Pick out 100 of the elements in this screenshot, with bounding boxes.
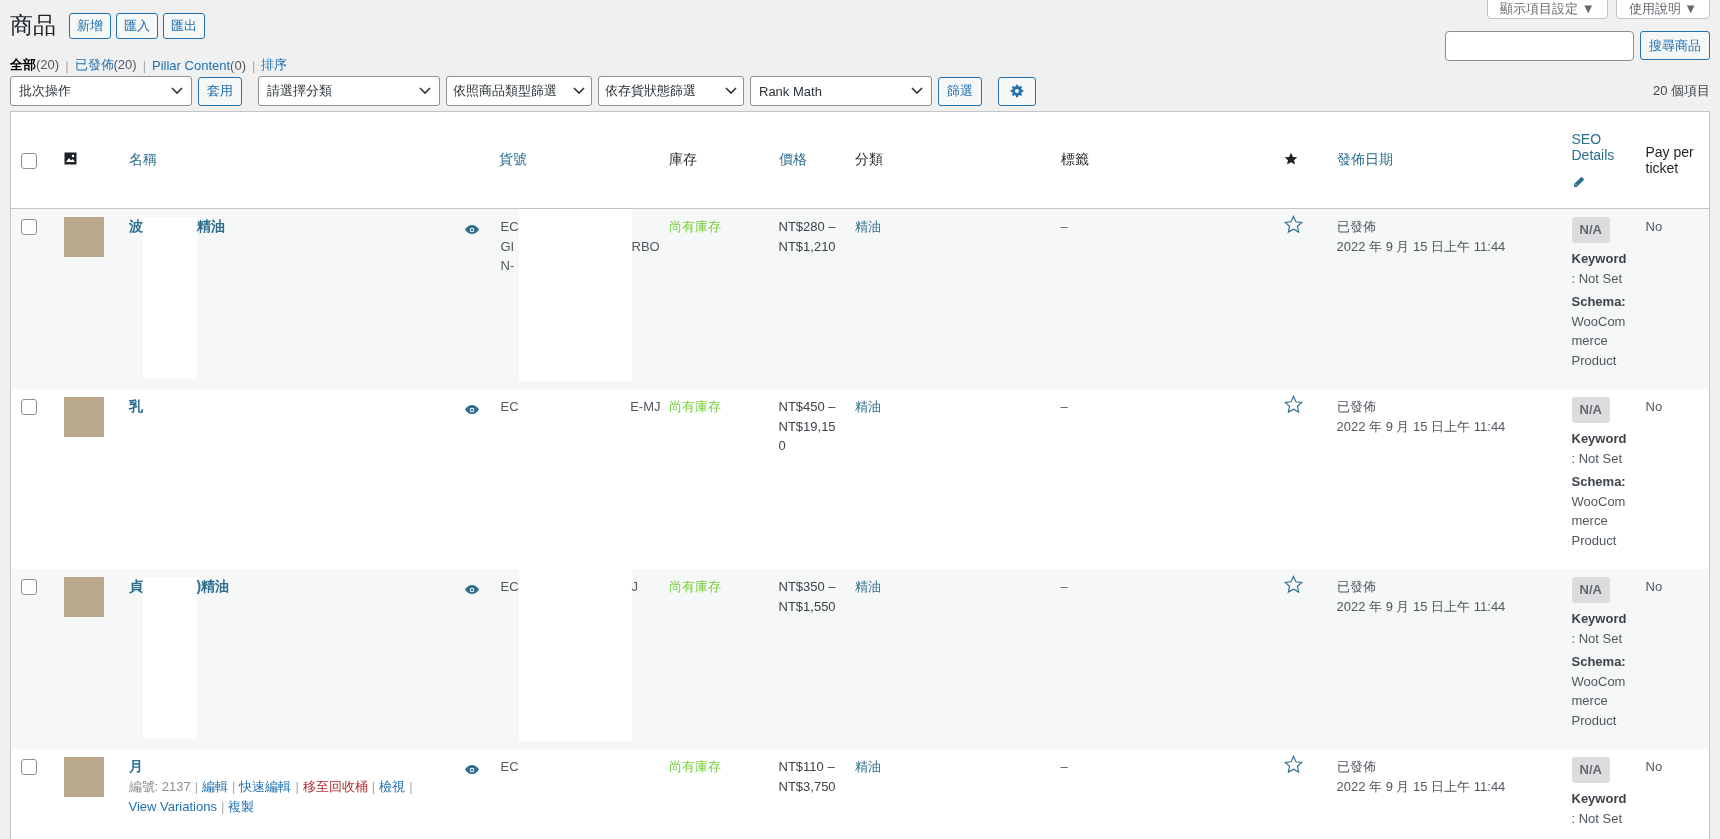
chevron-down-icon xyxy=(171,87,183,95)
product-type-select[interactable]: 依照商品類型篩選 xyxy=(446,76,592,106)
category-link[interactable]: 精油 xyxy=(854,579,881,594)
price-text: NT$450 – NT$19,150 xyxy=(778,398,837,455)
view-filter-link[interactable]: 排序 xyxy=(261,56,288,74)
screen-meta-button[interactable]: 使用說明 ▼ xyxy=(1615,0,1710,19)
chevron-down-icon xyxy=(573,87,585,95)
sku-text: GI xyxy=(500,238,515,254)
row-action-link[interactable]: 檢視 xyxy=(379,777,406,797)
product-name-link[interactable]: 貞 xyxy=(128,577,143,597)
photo-placeholder xyxy=(63,397,104,437)
chevron-down-icon xyxy=(419,87,431,95)
category-select[interactable]: 請選擇分類 xyxy=(258,76,440,106)
image-icon xyxy=(63,152,77,165)
star-icon[interactable] xyxy=(1283,755,1303,774)
eye-icon[interactable] xyxy=(464,225,479,234)
eye-icon[interactable] xyxy=(464,585,479,594)
column-header[interactable]: SEO Details xyxy=(1571,131,1630,163)
price-text: NT$110 – NT$3,750 xyxy=(778,758,837,796)
schema-text: Schema: WooCommerce Product xyxy=(1571,473,1627,550)
schema-text: Schema: WooCommerce Product xyxy=(1571,653,1627,730)
title-action-button[interactable]: 匯入 xyxy=(116,12,158,39)
pay-per-ticket-value: No xyxy=(1645,219,1663,234)
seo-score-badge: N/A xyxy=(1571,757,1610,783)
screen-meta-button[interactable]: 顯示項目設定 ▼ xyxy=(1487,0,1608,19)
item-count: 20 個項目 xyxy=(1652,82,1710,100)
row-action-link[interactable]: 快速編輯 xyxy=(239,777,292,797)
rank-math-select[interactable]: Rank Math xyxy=(750,76,932,106)
separator: | xyxy=(65,57,69,73)
product-name-link[interactable]: )精油 xyxy=(196,577,230,597)
price-text: NT$280 – NT$1,210 xyxy=(778,218,837,256)
separator: | xyxy=(409,778,413,796)
sku-text: EC xyxy=(500,399,519,414)
publish-status: 已發佈 xyxy=(1336,578,1377,596)
star-icon[interactable] xyxy=(1283,395,1303,414)
chevron-down-icon xyxy=(725,87,737,95)
row-action-link[interactable]: 複製 xyxy=(228,796,255,816)
schema-text: Schema: WooCommerce Product xyxy=(1571,293,1627,370)
title-action-button[interactable]: 匯出 xyxy=(163,12,205,39)
search-field[interactable] xyxy=(1445,31,1634,61)
sku-text: EC xyxy=(500,219,519,234)
view-filter-link[interactable]: 已發佈(20) xyxy=(74,56,137,74)
product-name-link[interactable]: 乳 xyxy=(128,397,143,417)
row-action-link[interactable]: View Variations xyxy=(128,796,217,816)
star-icon[interactable] xyxy=(1283,575,1303,594)
stock-status-select[interactable]: 依存貨狀態篩選 xyxy=(598,76,744,106)
column-header: 庫存 xyxy=(668,151,697,167)
publish-date: 2022 年 9 月 15 日上午 11:44 xyxy=(1336,237,1507,256)
row-checkbox[interactable] xyxy=(21,579,37,595)
search-button[interactable]: 搜尋商品 xyxy=(1640,31,1710,60)
bulk-action-select[interactable]: 批次操作 xyxy=(10,76,192,106)
settings-icon xyxy=(1010,84,1024,98)
separator: | xyxy=(232,778,236,796)
product-name-link[interactable]: 波 xyxy=(128,217,143,237)
star-icon[interactable] xyxy=(1283,215,1303,234)
publish-date: 2022 年 9 月 15 日上午 11:44 xyxy=(1336,777,1507,796)
column-header[interactable]: 發佈日期 xyxy=(1336,151,1393,167)
focus-keyword-text: Keyword: Not Set xyxy=(1571,790,1628,828)
apply-button[interactable]: 套用 xyxy=(198,76,242,106)
product-name-link[interactable]: 月 xyxy=(128,757,143,777)
stock-status: 尚有庫存 xyxy=(668,759,721,774)
eye-icon[interactable] xyxy=(464,405,479,414)
column-header[interactable]: 貨號 xyxy=(498,151,527,167)
title-action-button[interactable]: 新增 xyxy=(69,12,111,39)
stock-status: 尚有庫存 xyxy=(668,579,721,594)
eye-icon[interactable] xyxy=(464,765,479,774)
product-name-link[interactable]: 精油 xyxy=(196,217,225,237)
separator: | xyxy=(194,778,199,796)
photo-placeholder xyxy=(63,757,104,797)
row-checkbox[interactable] xyxy=(21,399,37,415)
separator: | xyxy=(371,778,376,796)
row-action-link[interactable]: 編輯 xyxy=(202,777,229,797)
category-link[interactable]: 精油 xyxy=(854,399,881,414)
view-filter-link[interactable]: 全部(20) xyxy=(10,56,60,74)
row-checkbox[interactable] xyxy=(21,759,37,775)
sku-text: RBO xyxy=(631,238,660,254)
sku-text: J xyxy=(631,579,639,594)
column-header[interactable]: 名稱 xyxy=(128,151,157,167)
price-text: NT$350 – NT$1,550 xyxy=(778,578,837,616)
row-action-link[interactable]: 移至回收桶 xyxy=(302,777,368,797)
column-header: 分類 xyxy=(854,151,883,167)
filter-button[interactable]: 篩選 xyxy=(938,76,982,106)
row-checkbox[interactable] xyxy=(21,219,37,235)
category-link[interactable]: 精油 xyxy=(854,219,881,234)
publish-status: 已發佈 xyxy=(1336,218,1377,236)
tags-text: – xyxy=(1060,399,1068,414)
publish-status: 已發佈 xyxy=(1336,398,1377,416)
page-title: 商品 xyxy=(10,11,56,40)
publish-date: 2022 年 9 月 15 日上午 11:44 xyxy=(1336,417,1507,436)
view-filter-link[interactable]: Pillar Content(0) xyxy=(152,57,246,73)
column-header[interactable]: 價格 xyxy=(778,151,807,167)
select-all-checkbox[interactable] xyxy=(21,152,37,169)
settings-button[interactable] xyxy=(998,76,1036,106)
category-link[interactable]: 精油 xyxy=(854,759,881,774)
separator: | xyxy=(220,797,225,816)
star-icon xyxy=(1283,151,1298,166)
separator: | xyxy=(251,57,256,73)
publish-date: 2022 年 9 月 15 日上午 11:44 xyxy=(1336,597,1507,616)
column-header: 標籤 xyxy=(1060,151,1089,167)
seo-score-badge: N/A xyxy=(1571,397,1610,423)
